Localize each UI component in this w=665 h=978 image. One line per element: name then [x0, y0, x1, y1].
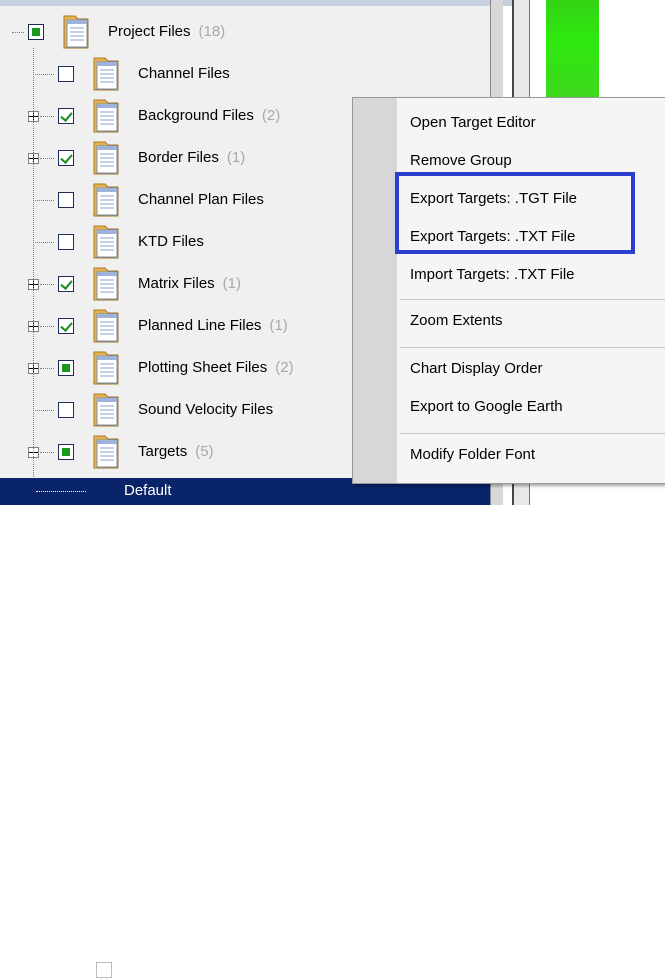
menu-separator: [400, 299, 665, 300]
folder-icon: [91, 432, 121, 470]
checkbox[interactable]: [58, 318, 74, 334]
folder-icon: [91, 138, 121, 176]
menu-item-open-target-editor[interactable]: Open Target Editor: [410, 114, 536, 131]
tree-item-channel-files[interactable]: Channel Files: [0, 52, 490, 94]
tree-item-label: Background Files (2): [138, 107, 280, 124]
checkbox[interactable]: [58, 360, 74, 376]
item-name: Planned Line Files: [138, 317, 262, 334]
tree-item-label: Project Files (18): [108, 23, 225, 40]
item-count: (1): [222, 275, 242, 292]
default-checkbox[interactable]: [96, 962, 112, 978]
menu-separator: [400, 347, 665, 348]
item-name: Channel Plan Files: [138, 191, 264, 208]
item-name: Targets: [138, 443, 188, 460]
color-scale-bar: [546, 0, 599, 100]
folder-icon: [91, 96, 121, 134]
checkbox[interactable]: [58, 66, 74, 82]
checkbox[interactable]: [28, 24, 44, 40]
folder-icon: [91, 222, 121, 260]
item-name: Sound Velocity Files: [138, 401, 274, 418]
checkbox[interactable]: [58, 150, 74, 166]
menu-separator: [400, 433, 665, 434]
checkbox[interactable]: [58, 276, 74, 292]
item-count: (1): [269, 317, 288, 334]
checkbox[interactable]: [58, 402, 74, 418]
item-name: Border Files: [138, 149, 219, 166]
folder-icon: [91, 306, 121, 344]
checkbox[interactable]: [58, 108, 74, 124]
checkbox[interactable]: [58, 192, 74, 208]
checkbox[interactable]: [58, 234, 74, 250]
tree-item-label: Targets (5): [138, 443, 214, 460]
tree-item-label: Default: [124, 482, 172, 499]
item-name: KTD Files: [138, 233, 204, 250]
context-menu: Open Target Editor Remove Group Export Tar…: [352, 97, 665, 484]
item-count: (2): [275, 359, 294, 376]
tree-item-label: Sound Velocity Files: [138, 401, 273, 418]
menu-item-remove-group[interactable]: Remove Group: [410, 152, 512, 169]
folder-icon: [91, 264, 121, 302]
tree-item-project-files[interactable]: Project Files (18): [0, 10, 490, 52]
item-name: Matrix Files: [138, 275, 215, 292]
item-count: (18): [198, 23, 226, 40]
tree-item-label: Border Files (1): [138, 149, 245, 166]
menu-item-chart-display-order[interactable]: Chart Display Order: [410, 360, 543, 377]
menu-icon-gutter: [353, 98, 397, 483]
tree-item-label: KTD Files: [138, 233, 204, 250]
tree-item-label: Channel Plan Files: [138, 191, 264, 208]
menu-item-import-targets-txt-file[interactable]: Import Targets: .TXT File: [410, 266, 575, 283]
folder-icon: [91, 54, 121, 92]
menu-item-export-to-google-earth[interactable]: Export to Google Earth: [410, 398, 563, 415]
folder-icon: [91, 180, 121, 218]
folder-icon: [91, 390, 121, 428]
menu-item-modify-folder-font[interactable]: Modify Folder Font: [410, 446, 535, 463]
item-name: Project Files: [108, 23, 191, 40]
tree-item-label: Matrix Files (1): [138, 275, 241, 292]
item-count: (2): [261, 107, 281, 124]
folder-icon: [91, 348, 121, 386]
tree-connector-line: [33, 48, 34, 503]
tree-item-label: Planned Line Files (1): [138, 317, 288, 334]
tree-item-label: Plotting Sheet Files (2): [138, 359, 294, 376]
folder-icon: [61, 12, 91, 50]
tree-item-label: Channel Files: [138, 65, 230, 82]
item-count: (1): [226, 149, 246, 166]
item-name: Plotting Sheet Files: [138, 359, 268, 376]
item-name: Background Files: [138, 107, 254, 124]
menu-item-zoom-extents[interactable]: Zoom Extents: [410, 312, 503, 329]
item-count: (5): [195, 443, 214, 460]
export-highlight-box: [395, 172, 635, 254]
checkbox[interactable]: [58, 444, 74, 460]
item-name: Channel Files: [138, 65, 230, 82]
